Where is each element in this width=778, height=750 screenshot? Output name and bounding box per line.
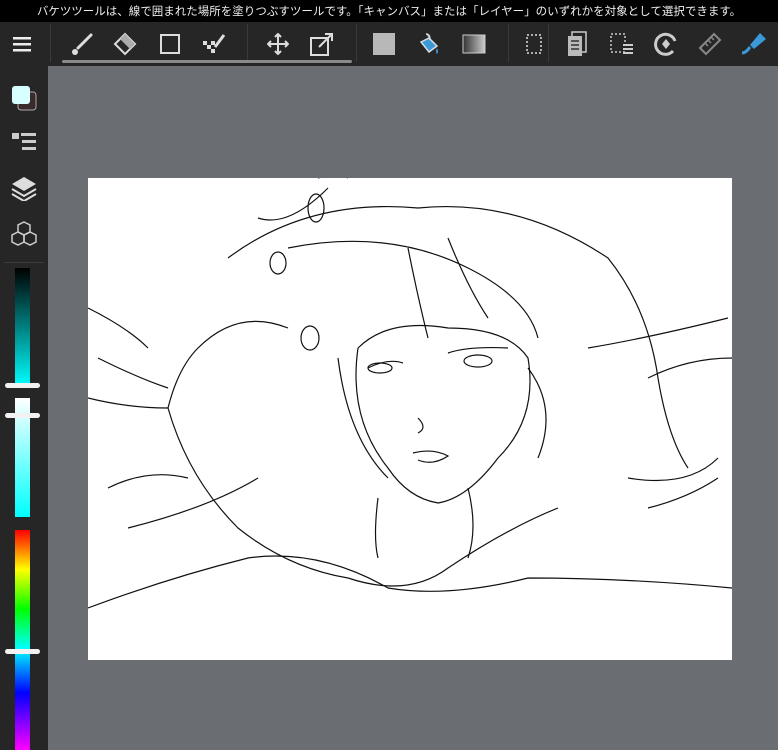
sketch-drawing <box>87 174 733 609</box>
hue-slider-thumb[interactable] <box>5 649 40 654</box>
active-tool-group-indicator <box>62 60 352 63</box>
hue-slider[interactable] <box>5 530 40 750</box>
snap-button[interactable] <box>738 28 770 60</box>
select-menu-icon <box>610 33 633 54</box>
move-icon <box>267 33 289 55</box>
layer-copy-icon <box>568 31 587 56</box>
brush-list-icon <box>12 133 36 150</box>
rotate-icon <box>654 32 677 56</box>
dot-brush-tool-button[interactable] <box>198 28 230 60</box>
tool-hint-bar: バケツツールは、線で囲まれた場所を塗りつぶすツールです。「キャンバス」または「レ… <box>0 0 778 22</box>
fill-tool-button[interactable] <box>368 28 400 60</box>
ruler-button[interactable] <box>694 28 726 60</box>
brush-icon <box>72 33 93 55</box>
transform-tool-button[interactable] <box>306 28 338 60</box>
saturation-slider[interactable] <box>5 398 40 517</box>
eraser-icon <box>113 32 137 56</box>
layer-duplicate-button[interactable] <box>561 28 593 60</box>
brightness-slider-thumb[interactable] <box>5 383 40 388</box>
layers-button[interactable] <box>8 172 40 204</box>
gradient-icon <box>462 34 486 54</box>
fill-color-icon <box>373 33 395 55</box>
saturation-slider-thumb[interactable] <box>5 413 40 418</box>
color-swatch-button[interactable] <box>8 82 40 114</box>
materials-button[interactable] <box>8 218 40 250</box>
move-tool-button[interactable] <box>262 28 294 60</box>
bucket-tool-button[interactable] <box>413 28 445 60</box>
gradient-tool-button[interactable] <box>458 28 490 60</box>
brightness-slider[interactable] <box>5 268 40 388</box>
menu-button[interactable] <box>6 28 38 60</box>
rotate-button[interactable] <box>650 28 682 60</box>
layers-icon <box>11 177 37 201</box>
bucket-icon <box>419 33 439 54</box>
brush-list-button[interactable] <box>8 126 40 158</box>
toolbar <box>0 22 778 66</box>
left-sidebar <box>0 66 48 750</box>
ruler-icon <box>698 32 722 56</box>
select-menu-button[interactable] <box>606 28 638 60</box>
select-tool-button[interactable] <box>518 28 550 60</box>
snap-icon <box>741 33 766 55</box>
transform-icon <box>310 33 333 56</box>
dot-brush-icon <box>203 34 226 53</box>
select-icon <box>526 34 542 54</box>
eraser-tool-button[interactable] <box>109 28 141 60</box>
menu-icon <box>13 37 31 52</box>
materials-icon <box>11 221 37 246</box>
drawing-canvas[interactable] <box>87 174 733 660</box>
color-swatch-icon <box>12 86 37 111</box>
brush-tool-button[interactable] <box>66 28 98 60</box>
rectangle-icon <box>160 34 180 54</box>
shape-tool-button[interactable] <box>154 28 186 60</box>
